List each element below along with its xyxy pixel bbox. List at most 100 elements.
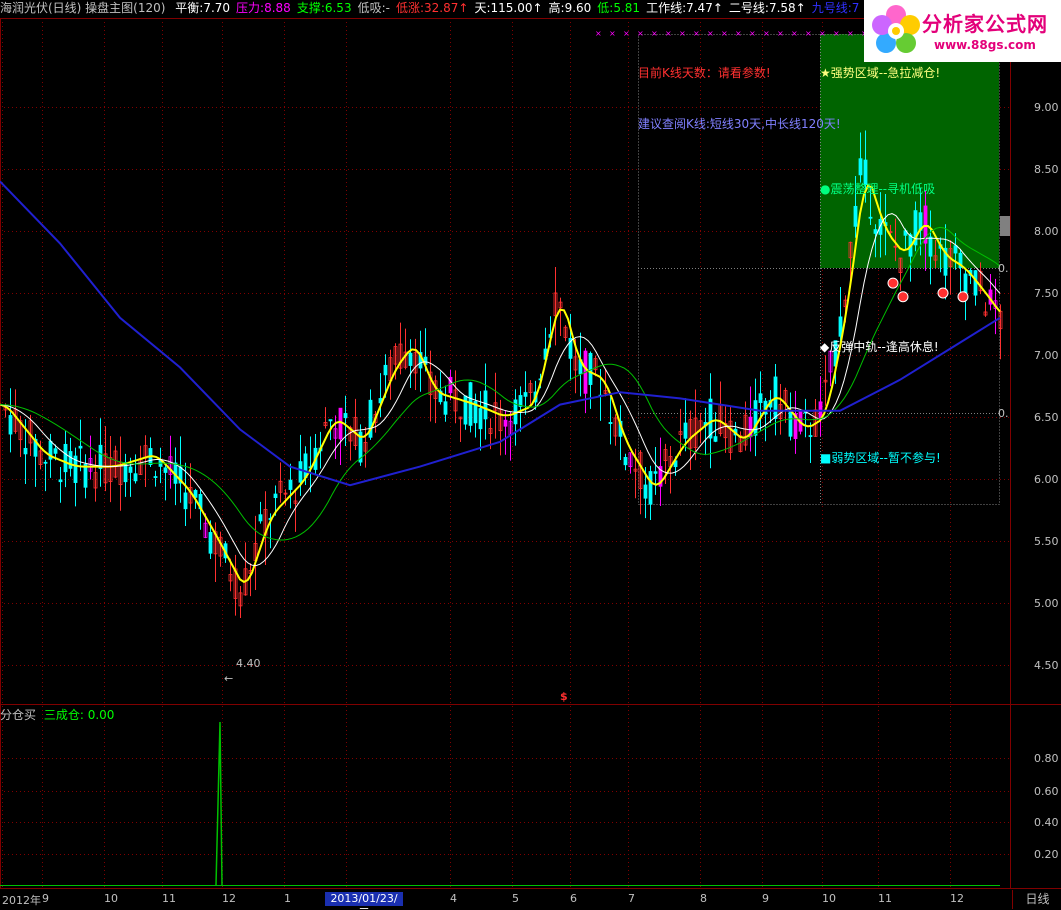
indicator-value: 115.00↑ <box>490 1 543 15</box>
candle-body <box>408 352 413 366</box>
sub-tick-label: 0.40 <box>1034 816 1059 829</box>
top-cross-marker: × <box>735 29 742 38</box>
indicator-label: 工作线: <box>646 1 687 15</box>
top-cross-marker: × <box>595 29 602 38</box>
candle-body <box>288 479 293 490</box>
candle-body <box>788 410 793 437</box>
candle-body <box>383 364 388 376</box>
price-tick-label: 5.50 <box>1034 535 1059 548</box>
current-price-marker <box>1000 216 1010 236</box>
indicator-label: 平衡: <box>175 1 204 15</box>
note-shock-zone: ●震荡整理--寻机低吸 <box>820 182 936 196</box>
note-weak-zone: ■弱势区域--暂不参与! <box>820 451 941 465</box>
candle-body <box>808 435 813 437</box>
top-cross-marker: × <box>637 29 644 38</box>
candle-body <box>343 413 348 419</box>
indicator-value: 8.88 <box>264 1 291 15</box>
candle-body <box>623 456 628 466</box>
flower-logo-icon <box>872 5 920 53</box>
top-cross-marker: × <box>777 29 784 38</box>
top-cross-marker: × <box>791 29 798 38</box>
price-tick-label: 6.00 <box>1034 473 1059 486</box>
indicator-label: 低吸: <box>357 1 386 15</box>
candle-body <box>153 476 158 478</box>
candle-body <box>858 158 863 176</box>
indicator-label: 高: <box>548 1 565 15</box>
candle-body <box>163 467 168 473</box>
candle-body <box>83 463 88 488</box>
period-button[interactable]: 日线 <box>1012 890 1061 909</box>
top-cross-marker: × <box>609 29 616 38</box>
candle-body <box>53 448 58 454</box>
candle-body <box>58 479 63 483</box>
low-price-arrow: ← <box>224 672 234 685</box>
sell-signal-marker <box>897 291 909 303</box>
candle-body <box>963 273 968 295</box>
candle-body <box>648 471 653 505</box>
candle-body <box>273 493 278 499</box>
price-tick-label: 6.50 <box>1034 411 1059 424</box>
chart-header: 海润光伏(日线) 操盘主图(120) 平衡:7.70 压力:8.88 支撑:6.53… <box>0 0 860 18</box>
zone-marker-label: 0. <box>998 262 1009 275</box>
top-cross-marker: × <box>819 29 826 38</box>
zone-marker-label: 0. <box>998 407 1009 420</box>
candle-body <box>23 448 28 455</box>
top-cross-marker: × <box>707 29 714 38</box>
candle-body <box>643 484 648 499</box>
date-tick-label: 11 <box>878 892 892 905</box>
candle-body <box>928 236 933 257</box>
note-rebound: ◆反弹中轨--逢高休息! <box>820 340 939 354</box>
top-cross-marker: × <box>847 29 854 38</box>
sub-series-value: 0.00 <box>87 708 115 722</box>
top-cross-marker: × <box>749 29 756 38</box>
date-tick-label: 7 <box>628 892 635 905</box>
sub-series-label: 三成仓: <box>43 708 84 722</box>
chart-title: 海润光伏(日线) 操盘主图(120) <box>0 1 166 15</box>
indicator-value: 32.87↑ <box>424 1 469 15</box>
indicator-label: 天: <box>474 1 491 15</box>
indicator-value: 9.60 <box>564 1 592 15</box>
candle-body <box>483 390 488 420</box>
candle-body <box>208 532 213 554</box>
sub-indicator-name: 分仓买 <box>0 708 37 722</box>
selected-date[interactable]: 2013/01/23/三 <box>325 892 403 910</box>
indicator-label: 低涨: <box>395 1 425 15</box>
date-tick-label: 10 <box>104 892 118 905</box>
stock-chart-window: 9.00 8.50 8.00 7.50 7.00 6.50 6.00 5.50 5.00 4.50… <box>0 0 1061 910</box>
price-tick-label: 4.50 <box>1034 659 1059 672</box>
top-cross-marker: × <box>679 29 686 38</box>
date-tick-label: 10 <box>822 892 836 905</box>
indicator-value: 6.53 <box>324 1 352 15</box>
candle-body <box>258 514 263 522</box>
price-tick-label: 8.00 <box>1034 225 1059 238</box>
indicator-value: 5.81 <box>613 1 641 15</box>
top-cross-marker: × <box>693 29 700 38</box>
indicator-value: 7.58↑ <box>768 1 806 15</box>
top-cross-marker: × <box>763 29 770 38</box>
indicator-value: 7.26 <box>851 1 860 15</box>
candle-body <box>523 392 528 397</box>
date-tick-label: 2012年 <box>2 894 41 907</box>
candle-body <box>98 444 103 469</box>
price-tick-label: 7.00 <box>1034 349 1059 362</box>
sub-spike <box>215 721 223 886</box>
date-tick-label: 12 <box>222 892 236 905</box>
candle-body <box>68 451 73 469</box>
top-cross-marker: × <box>623 29 630 38</box>
indicator-value: 7.70 <box>203 1 231 15</box>
candle-body <box>298 461 303 483</box>
indicator-value: 7.47↑ <box>686 1 723 15</box>
sub-tick-label: 0.60 <box>1034 785 1059 798</box>
indicator-value: - <box>385 1 390 15</box>
top-cross-marker: × <box>651 29 658 38</box>
candle-body <box>653 471 658 474</box>
date-tick-label: 11 <box>162 892 176 905</box>
candle-body <box>478 408 483 430</box>
candle-body <box>683 422 688 439</box>
candle-body <box>713 436 718 442</box>
indicator-label: 低: <box>597 1 614 15</box>
indicator-label: 支撑: <box>296 1 325 15</box>
indicator-label: 压力: <box>236 1 265 15</box>
candle-body <box>853 205 858 227</box>
candle-body <box>43 461 48 464</box>
